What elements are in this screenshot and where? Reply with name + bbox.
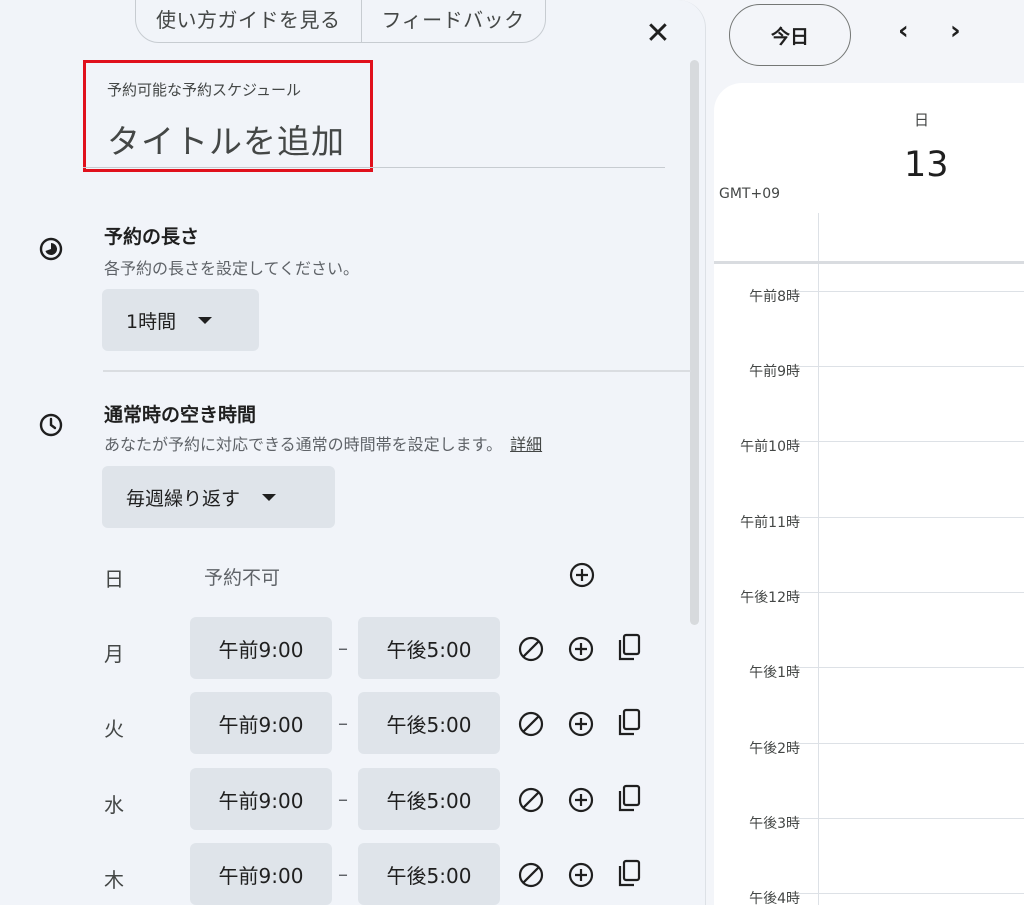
title-input[interactable]: タイトルを追加 <box>107 115 345 163</box>
duration-description: 各予約の長さを設定してください。 <box>104 259 360 278</box>
end-time-select[interactable]: 午後5:00 <box>358 617 500 679</box>
time-range-dash: – <box>338 862 348 886</box>
end-time-select[interactable]: 午後5:00 <box>358 692 500 754</box>
section-divider <box>103 370 691 372</box>
copy-icon[interactable] <box>615 707 645 737</box>
hour-gridline <box>798 366 1024 367</box>
repeat-dropdown[interactable]: 毎週繰り返す <box>102 466 335 528</box>
copy-icon[interactable] <box>615 783 645 813</box>
unavailable-icon[interactable] <box>516 785 546 815</box>
end-time-select[interactable]: 午後5:00 <box>358 843 500 905</box>
hour-gridline <box>798 592 1024 593</box>
hour-gridline <box>798 667 1024 668</box>
grid-vertical-line <box>818 213 819 905</box>
next-week-icon[interactable]: › <box>950 16 961 46</box>
start-time-select[interactable]: 午前9:00 <box>190 768 332 830</box>
availability-description-text: あなたが予約に対応できる通常の時間帯を設定します。 <box>104 435 503 454</box>
day-number[interactable]: 13 <box>904 145 949 185</box>
start-time-select[interactable]: 午前9:00 <box>190 617 332 679</box>
timelapse-icon <box>39 237 63 261</box>
time-range-dash: – <box>338 787 348 811</box>
start-time-select[interactable]: 午前9:00 <box>190 692 332 754</box>
day-label-tuesday: 火 <box>104 717 124 741</box>
hour-gridline <box>798 743 1024 744</box>
availability-title: 通常時の空き時間 <box>104 404 257 426</box>
hour-label: 午後1時 <box>749 665 800 681</box>
unavailable-icon[interactable] <box>516 709 546 739</box>
hour-label: 午後2時 <box>749 741 800 757</box>
repeat-value: 毎週繰り返す <box>126 487 241 510</box>
copy-icon[interactable] <box>615 632 645 662</box>
panel-scrollbar[interactable] <box>690 60 699 625</box>
details-link[interactable]: 詳細 <box>510 435 542 454</box>
copy-icon[interactable] <box>615 858 645 888</box>
hour-label: 午後4時 <box>749 891 800 905</box>
hour-label: 午前10時 <box>740 439 800 455</box>
day-label-wednesday: 水 <box>104 793 124 817</box>
hour-label: 午前11時 <box>740 515 800 531</box>
day-of-week-label: 日 <box>914 111 930 129</box>
day-label-monday: 月 <box>104 642 124 666</box>
hour-gridline <box>798 893 1024 894</box>
all-day-separator <box>714 261 1024 264</box>
caret-down-icon <box>262 493 277 501</box>
schedule-type-label: 予約可能な予約スケジュール <box>107 81 301 99</box>
time-range-dash: – <box>338 711 348 735</box>
guide-button[interactable]: 使い方ガイドを見る <box>136 0 361 42</box>
booking-schedule-panel: 使い方ガイドを見る フィードバック ✕ 予約可能な予約スケジュール タイトルを追… <box>0 0 706 905</box>
hour-label: 午前9時 <box>749 364 800 380</box>
duration-value: 1時間 <box>126 310 177 333</box>
add-time-icon[interactable] <box>567 560 597 590</box>
unavailable-icon[interactable] <box>516 634 546 664</box>
caret-down-icon <box>198 316 213 324</box>
availability-description: あなたが予約に対応できる通常の時間帯を設定します。 詳細 <box>104 431 542 455</box>
hour-label: 午前8時 <box>749 289 800 305</box>
unavailable-icon[interactable] <box>516 860 546 890</box>
end-time-select[interactable]: 午後5:00 <box>358 768 500 830</box>
prev-week-icon[interactable]: ‹ <box>898 16 909 46</box>
hour-label: 午後12時 <box>740 590 800 606</box>
calendar-day-view: 日 13 GMT+09 午前8時 午前9時 午前10時 午前11時 午後12時 … <box>714 83 1024 905</box>
timezone-label: GMT+09 <box>719 186 781 202</box>
add-time-icon[interactable] <box>566 785 596 815</box>
add-time-icon[interactable] <box>566 634 596 664</box>
feedback-button[interactable]: フィードバック <box>360 0 545 42</box>
clock-icon <box>39 413 63 437</box>
duration-title: 予約の長さ <box>104 226 200 248</box>
duration-dropdown[interactable]: 1時間 <box>102 289 259 351</box>
add-time-icon[interactable] <box>566 860 596 890</box>
hour-gridline <box>798 291 1024 292</box>
hour-gridline <box>798 441 1024 442</box>
title-highlight-box: 予約可能な予約スケジュール タイトルを追加 <box>83 60 373 172</box>
today-button[interactable]: 今日 <box>729 4 851 66</box>
hour-label: 午後3時 <box>749 816 800 832</box>
hour-gridline <box>798 517 1024 518</box>
top-button-group: 使い方ガイドを見る フィードバック <box>135 0 546 43</box>
day-label-sunday: 日 <box>104 567 124 591</box>
sunday-status: 予約不可 <box>204 567 281 589</box>
hour-gridline <box>798 818 1024 819</box>
title-underline <box>83 167 665 168</box>
start-time-select[interactable]: 午前9:00 <box>190 843 332 905</box>
add-time-icon[interactable] <box>566 709 596 739</box>
close-icon[interactable]: ✕ <box>642 18 674 50</box>
time-range-dash: – <box>338 636 348 660</box>
day-label-thursday: 木 <box>104 868 124 892</box>
